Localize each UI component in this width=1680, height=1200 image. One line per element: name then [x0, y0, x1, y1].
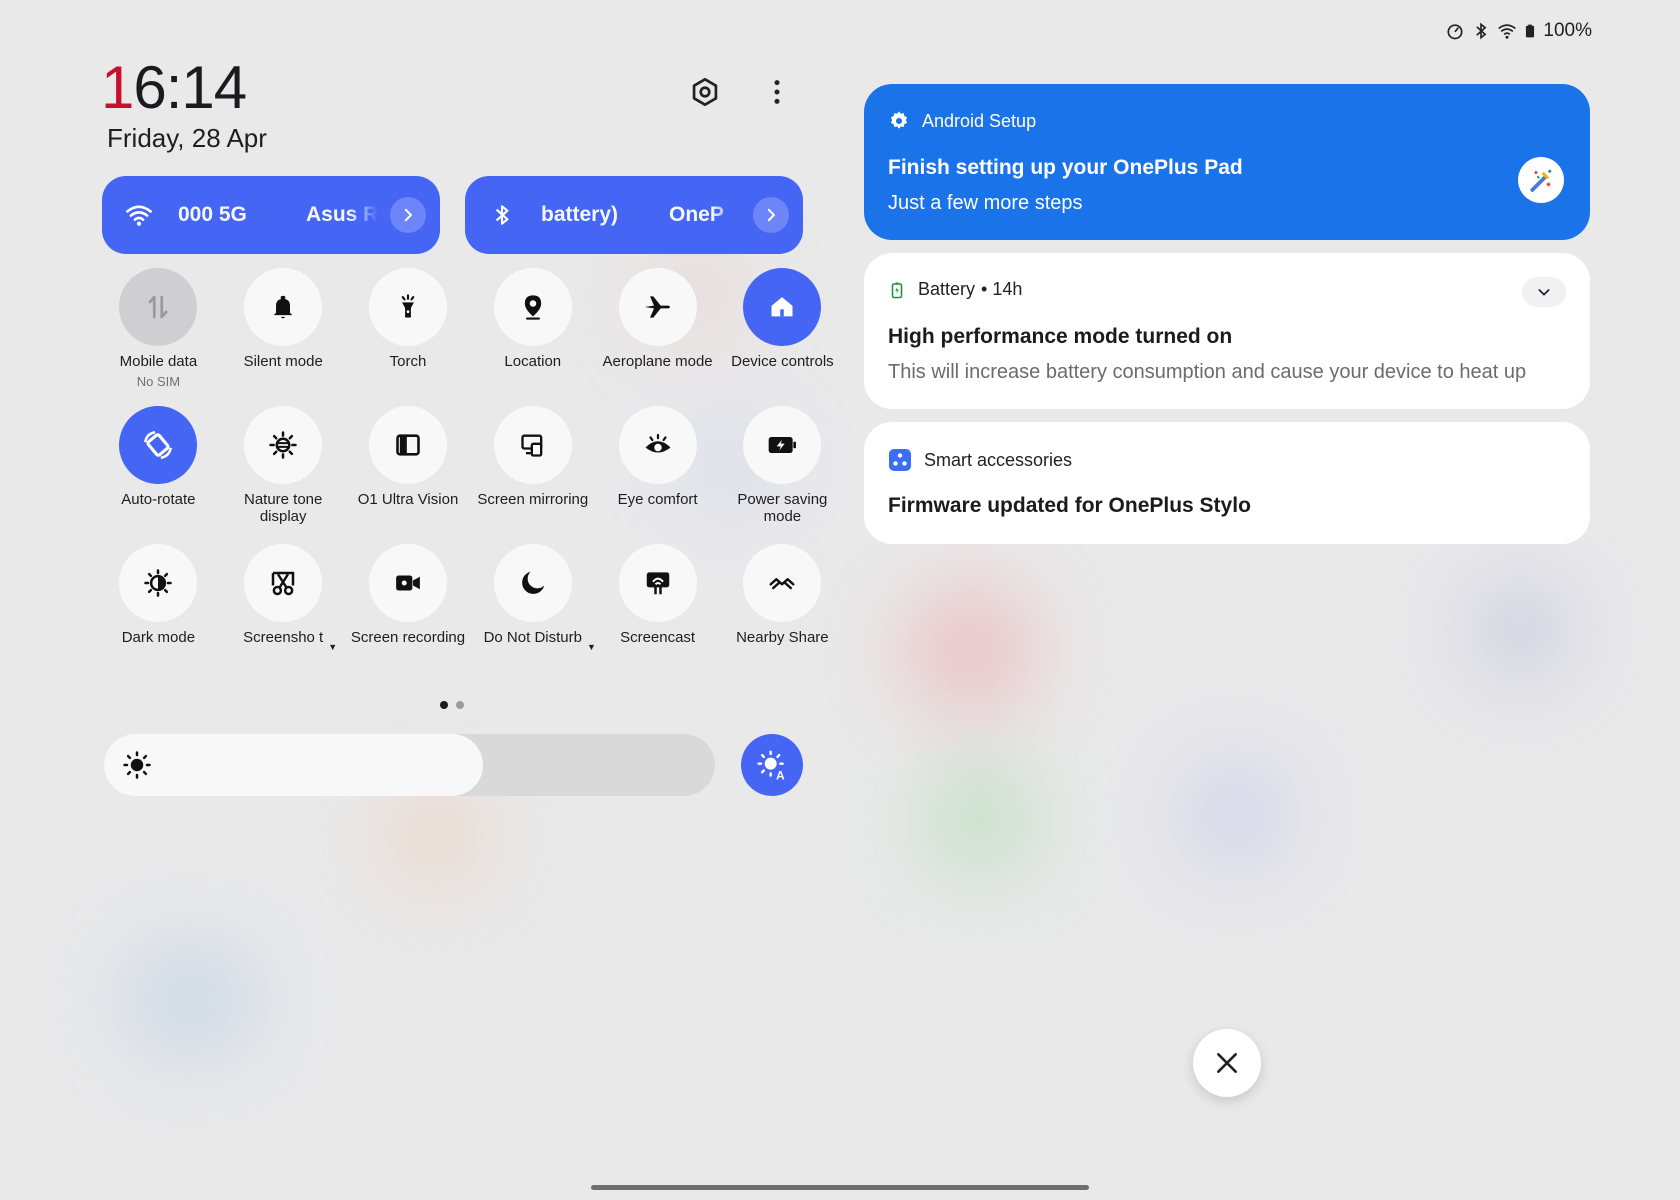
auto-rotate-icon [119, 406, 198, 484]
tile-screenshot[interactable]: Screensho t ▼ [221, 544, 346, 668]
quick-settings-grid: Mobile data No SIM Silent mode Torch Loc… [96, 268, 834, 668]
bluetooth-device-secondary: OneP [669, 203, 724, 226]
tile-mobile-data[interactable]: Mobile data No SIM [96, 268, 221, 392]
tile-screen-recording[interactable]: Screen recording [346, 544, 471, 668]
clock[interactable]: 16:14 [101, 58, 247, 118]
home-indicator[interactable] [591, 1185, 1089, 1190]
tile-screencast[interactable]: Screencast [595, 544, 720, 668]
bluetooth-icon [487, 200, 517, 230]
brightness-icon [123, 751, 151, 779]
wifi-icon [124, 200, 154, 230]
ultra-vision-icon [368, 406, 447, 484]
home-icon [743, 268, 822, 346]
dropdown-caret-icon: ▼ [328, 642, 338, 652]
nearby-share-icon [743, 544, 822, 622]
page-dot-1[interactable] [440, 701, 448, 709]
wifi-network-secondary: Asus R [306, 203, 378, 226]
tile-aeroplane-mode[interactable]: Aeroplane mode [595, 268, 720, 392]
location-icon [493, 268, 572, 346]
notification-time: • 14h [981, 279, 1023, 299]
page-indicator [440, 701, 464, 709]
date: Friday, 28 Apr [107, 123, 267, 153]
data-saver-icon [1447, 24, 1463, 40]
screencast-icon [618, 544, 697, 622]
moon-icon [493, 544, 572, 622]
eye-icon [618, 406, 697, 484]
smart-accessories-icon [889, 449, 911, 471]
scissors-icon [244, 544, 323, 622]
tile-silent-mode[interactable]: Silent mode [221, 268, 346, 392]
clock-hour-first-digit: 1 [101, 54, 134, 121]
video-camera-icon [368, 544, 447, 622]
tile-torch[interactable]: Torch [346, 268, 471, 392]
dropdown-caret-icon: ▼ [587, 642, 596, 652]
tile-ultra-vision[interactable]: O1 Ultra Vision [346, 406, 471, 530]
tile-device-controls[interactable]: Device controls [720, 268, 845, 392]
notification-title: High performance mode turned on [888, 325, 1233, 348]
battery-percent: 100% [1543, 20, 1592, 41]
gear-icon [890, 111, 908, 129]
bluetooth-device-name: battery) [541, 203, 619, 226]
wifi-network-name: 000 5G [178, 203, 247, 226]
chevron-right-icon [767, 208, 775, 222]
clock-time-rest: 6:14 [133, 54, 247, 121]
svg-text:A: A [776, 769, 785, 781]
notification-body: Just a few more steps [888, 192, 1083, 214]
chevron-right-icon [404, 208, 412, 222]
notification-app-name: Android Setup [922, 110, 1037, 131]
mobile-data-icon [119, 268, 198, 346]
wifi-icon [1498, 24, 1517, 39]
notification-title: Firmware updated for OnePlus Stylo [888, 494, 1251, 517]
tile-location[interactable]: Location [470, 268, 595, 392]
tile-power-saving-mode[interactable]: Power saving mode [720, 406, 845, 530]
clear-all-button[interactable] [1193, 1029, 1261, 1097]
chevron-down-icon [1538, 289, 1550, 296]
notification-smart-accessories[interactable]: Smart accessories Firmware updated for O… [864, 422, 1590, 544]
notification-header: Smart accessories [888, 448, 1072, 472]
bluetooth-icon [1476, 22, 1487, 40]
auto-brightness-icon: A [757, 750, 785, 781]
wifi-expand-button[interactable] [390, 197, 426, 233]
torch-icon [368, 268, 447, 346]
tile-do-not-disturb[interactable]: Do Not Disturb ▼ [470, 544, 596, 668]
tile-nature-tone-display[interactable]: Nature tone display [221, 406, 346, 530]
bluetooth-pill[interactable]: battery) OneP [465, 176, 803, 254]
tile-nearby-share[interactable]: Nearby Share [720, 544, 845, 668]
screen-mirroring-icon [493, 406, 572, 484]
bell-icon [244, 268, 323, 346]
magic-wand-icon [1518, 157, 1564, 203]
battery-icon [1526, 24, 1535, 38]
aeroplane-icon [618, 268, 697, 346]
wifi-pill[interactable]: 000 5G Asus R [102, 176, 440, 254]
more-vertical-icon [774, 80, 780, 104]
notification-title: Finish setting up your OnePlus Pad [888, 156, 1243, 179]
gear-icon [692, 78, 718, 106]
more-options-button[interactable] [757, 72, 797, 112]
notification-body: This will increase battery consumption a… [888, 361, 1527, 383]
tile-eye-comfort[interactable]: Eye comfort [595, 406, 720, 530]
dark-mode-icon [119, 544, 198, 622]
brightness-slider-fill [104, 734, 483, 796]
auto-brightness-button[interactable]: A [741, 734, 803, 796]
bluetooth-expand-button[interactable] [753, 197, 789, 233]
notification-app-name: Battery [918, 279, 976, 299]
notification-header: Android Setup [888, 110, 1036, 132]
notification-header: Battery • 14h [888, 279, 1022, 300]
notification-app-name: Smart accessories [924, 449, 1073, 470]
tile-dark-mode[interactable]: Dark mode [96, 544, 221, 668]
close-icon [1217, 1053, 1237, 1073]
tile-screen-mirroring[interactable]: Screen mirroring [470, 406, 595, 530]
sun-filter-icon [244, 406, 323, 484]
tile-auto-rotate[interactable]: Auto-rotate [96, 406, 221, 530]
page-dot-2[interactable] [456, 701, 464, 709]
notification-battery[interactable]: Battery • 14h High performance mode turn… [864, 253, 1590, 409]
notification-android-setup[interactable]: Android Setup Finish setting up your One… [864, 84, 1590, 240]
notification-expand-button[interactable] [1522, 277, 1566, 307]
brightness-slider[interactable] [104, 734, 715, 796]
battery-saver-icon [743, 406, 822, 484]
settings-button[interactable] [685, 72, 725, 112]
status-bar: 100% [1445, 20, 1592, 42]
battery-charging-icon [891, 282, 903, 298]
